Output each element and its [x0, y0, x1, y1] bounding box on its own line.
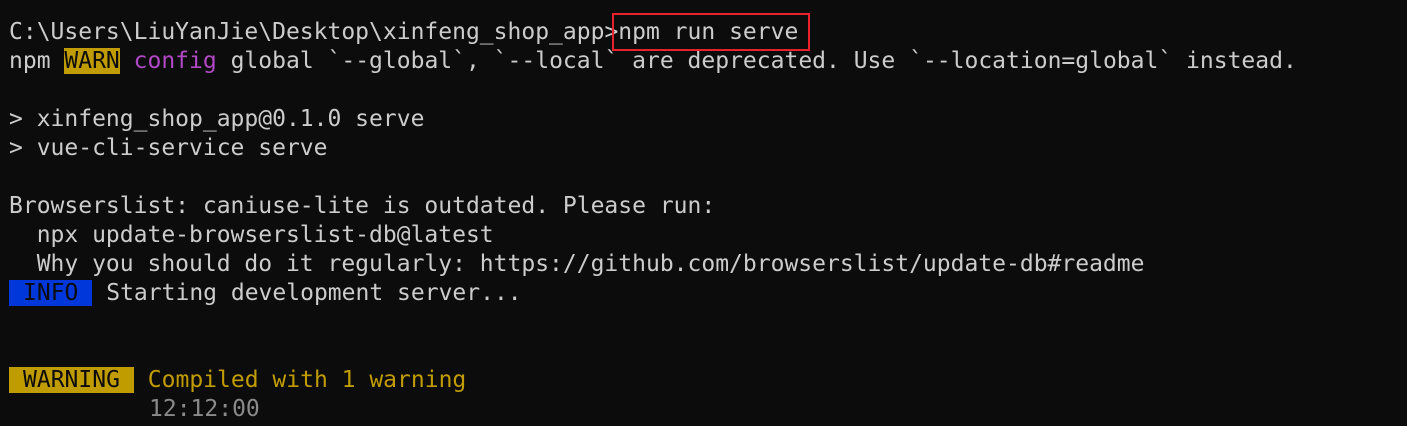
warning-badge: WARNING: [9, 367, 134, 393]
info-message: Starting development server...: [92, 280, 522, 306]
script-line-2: > vue-cli-service serve: [9, 135, 328, 161]
browserslist-why: Why you should do it regularly: https://…: [9, 251, 1145, 277]
info-line: INFO Starting development server...: [9, 279, 1398, 308]
terminal-window[interactable]: C:\Users\LiuYanJie\Desktop\xinfeng_shop_…: [0, 0, 1407, 426]
npm-prefix: npm: [9, 48, 65, 74]
compile-line: WARNING Compiled with 1 warning: [9, 366, 1398, 395]
prompt-symbol: >: [604, 19, 619, 45]
prompt-line: C:\Users\LiuYanJie\Desktop\xinfeng_shop_…: [9, 13, 1398, 51]
prompt-path: C:\Users\LiuYanJie\Desktop\xinfeng_shop_…: [9, 19, 605, 45]
config-label: config: [133, 48, 217, 74]
compile-message: Compiled with 1 warning: [133, 367, 467, 393]
info-badge: INFO: [9, 280, 93, 306]
browserslist-command: npx update-browserslist-db@latest: [9, 222, 494, 248]
compile-timestamp: 12:12:00: [149, 396, 260, 422]
browserslist-header: Browserslist: caniuse-lite is outdated. …: [9, 193, 716, 219]
warn-badge: WARN: [64, 48, 120, 74]
npm-warn-message: global `--global`, `--local` are depreca…: [216, 48, 1297, 74]
command-highlight: npm run serve: [612, 13, 811, 51]
npm-warn-line: npm WARN config global `--global`, `--lo…: [9, 47, 1398, 76]
timestamp-line: 12:12:00: [9, 395, 1398, 424]
script-line-1: > xinfeng_shop_app@0.1.0 serve: [9, 106, 425, 132]
